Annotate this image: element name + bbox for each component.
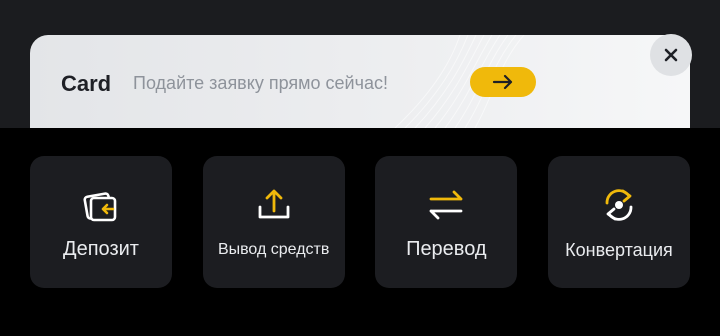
withdraw-button[interactable]: Вывод средств — [202, 156, 345, 288]
withdraw-label: Вывод средств — [217, 241, 330, 258]
convert-label: Конвертация — [565, 240, 673, 260]
withdraw-icon — [252, 183, 296, 227]
transfer-button[interactable]: Перевод — [375, 156, 518, 288]
promo-title: Card — [61, 71, 112, 96]
arrow-right-icon — [492, 74, 513, 90]
promo-go-button[interactable] — [470, 67, 536, 97]
deposit-icon — [79, 183, 123, 227]
deposit-label: Депозит — [63, 238, 139, 260]
convert-icon — [597, 183, 641, 227]
deposit-button[interactable]: Депозит — [30, 156, 172, 288]
quick-actions: Депозит Вывод средств Перевод Конвертаци… — [30, 156, 690, 288]
close-banner-button[interactable] — [650, 34, 692, 76]
promo-banner[interactable]: Card Подайте заявку прямо сейчас! — [30, 35, 690, 128]
promo-text: Подайте заявку прямо сейчас! — [133, 73, 388, 93]
transfer-icon — [424, 183, 468, 227]
transfer-label: Перевод — [406, 238, 487, 260]
convert-button[interactable]: Конвертация — [547, 156, 690, 288]
close-icon — [664, 48, 678, 62]
